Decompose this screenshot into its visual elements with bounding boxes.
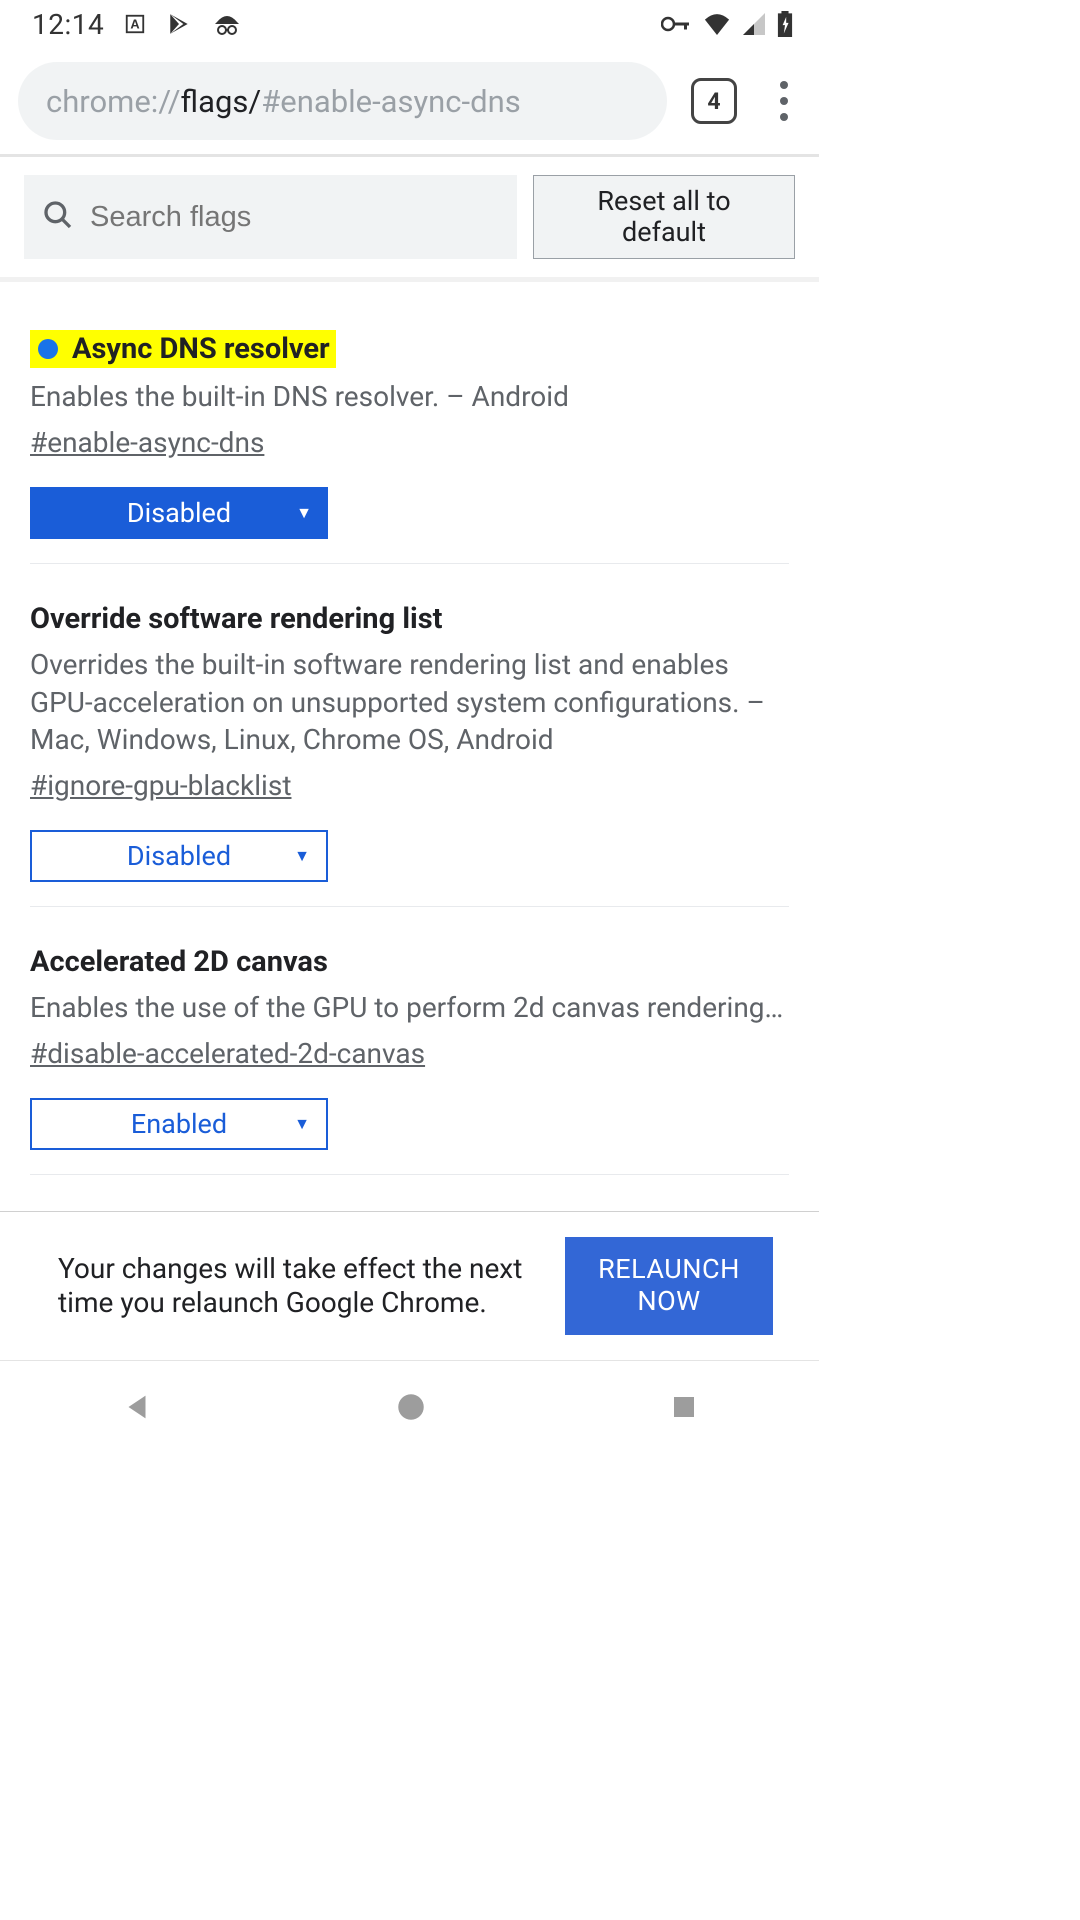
relaunch-bar: Your changes will take effect the next t…	[0, 1211, 819, 1361]
flag-select[interactable]: Disabled ▼	[30, 487, 328, 539]
tab-switcher-button[interactable]: 4	[691, 78, 737, 124]
flag-select[interactable]: Enabled ▼	[30, 1098, 328, 1150]
search-flags-field[interactable]	[24, 175, 517, 259]
flag-title-wrap: Accelerated 2D canvas	[30, 945, 328, 979]
relaunch-now-button[interactable]: RELAUNCH NOW	[565, 1237, 773, 1335]
flag-anchor-link[interactable]: #disable-accelerated-2d-canvas	[30, 1037, 425, 1070]
chevron-down-icon: ▼	[296, 503, 312, 523]
flag-description: Enables the built-in DNS resolver. – And…	[30, 378, 789, 416]
flag-description: Enables the use of the GPU to perform 2d…	[30, 989, 789, 1027]
flag-title-highlighted: Async DNS resolver	[30, 330, 336, 368]
system-nav-bar	[0, 1361, 819, 1456]
search-flags-input[interactable]	[90, 201, 499, 234]
incognito-icon	[212, 11, 242, 37]
flag-anchor-link[interactable]: #enable-async-dns	[30, 426, 264, 459]
home-button[interactable]	[394, 1390, 428, 1428]
toolbar: chrome://flags/#enable-async-dns 4	[0, 48, 819, 154]
flag-select[interactable]: Disabled ▼	[30, 830, 328, 882]
flag-anchor-link[interactable]: #ignore-gpu-blacklist	[30, 769, 291, 802]
flag-item-ignore-gpu-blacklist: Override software rendering list Overrid…	[30, 564, 789, 907]
vpn-key-icon	[661, 15, 691, 33]
relaunch-message: Your changes will take effect the next t…	[58, 1252, 545, 1319]
flag-select-value: Disabled	[127, 840, 231, 872]
status-time: 12:14	[32, 8, 104, 41]
url-text: chrome://flags/#enable-async-dns	[46, 83, 521, 120]
flags-header: Reset all to default	[0, 157, 819, 277]
svg-text:A: A	[131, 17, 140, 32]
flags-list: Async DNS resolver Enables the built-in …	[0, 282, 819, 1175]
flag-title: Async DNS resolver	[72, 332, 330, 366]
flag-title: Accelerated 2D canvas	[30, 945, 328, 979]
flag-description: Overrides the built-in software renderin…	[30, 646, 789, 759]
back-button[interactable]	[120, 1390, 154, 1428]
status-bar: 12:14 A	[0, 0, 819, 48]
menu-button[interactable]	[761, 81, 801, 121]
play-store-icon	[166, 11, 192, 37]
omnibox[interactable]: chrome://flags/#enable-async-dns	[18, 62, 667, 140]
reset-all-button[interactable]: Reset all to default	[533, 175, 795, 259]
tab-count-label: 4	[707, 88, 720, 115]
flag-item-async-dns: Async DNS resolver Enables the built-in …	[30, 282, 789, 564]
ime-icon: A	[124, 13, 146, 35]
flag-select-value: Enabled	[131, 1108, 227, 1140]
recents-button[interactable]	[669, 1392, 699, 1426]
chevron-down-icon: ▼	[294, 1114, 310, 1134]
battery-charging-icon	[777, 11, 793, 37]
search-icon	[42, 199, 74, 235]
cell-signal-icon	[743, 13, 765, 35]
flag-item-accelerated-2d-canvas: Accelerated 2D canvas Enables the use of…	[30, 907, 789, 1175]
flag-title-wrap: Override software rendering list	[30, 602, 442, 636]
modified-indicator-icon	[38, 339, 58, 359]
chevron-down-icon: ▼	[294, 846, 310, 866]
flag-title: Override software rendering list	[30, 602, 442, 636]
wifi-icon	[703, 13, 731, 35]
flag-select-value: Disabled	[127, 497, 231, 529]
